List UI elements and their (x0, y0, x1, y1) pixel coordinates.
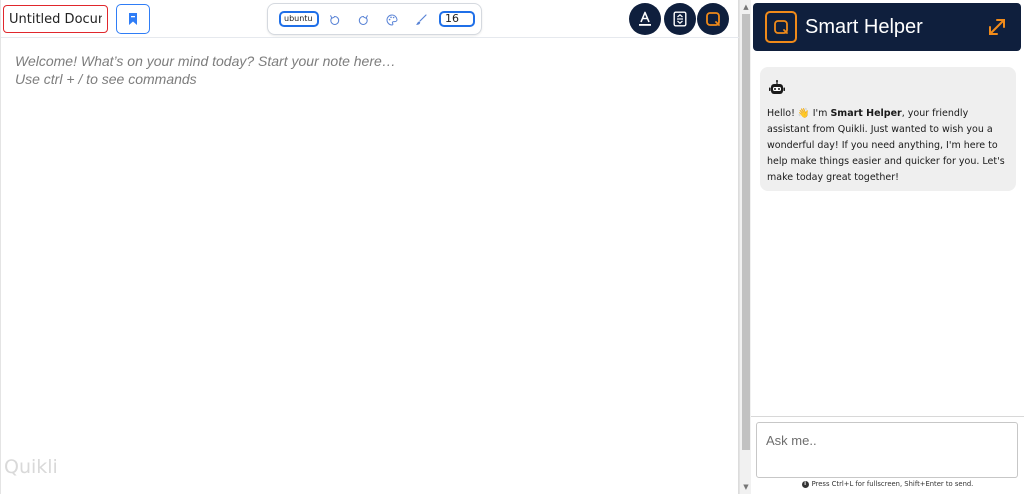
smart-helper-panel: Smart Helper Hello! 👋 I'm Smart Helper, … (751, 0, 1024, 494)
quikli-logo-icon (706, 12, 720, 26)
helper-footer: i Press Ctrl+L for fullscreen, Shift+Ent… (751, 416, 1024, 494)
text-color-button[interactable] (629, 3, 661, 35)
fit-height-button[interactable] (664, 3, 696, 35)
text-color-icon (639, 11, 651, 26)
greeting-text: , your friendly assistant from Quikli. J… (767, 108, 1005, 183)
scroll-thumb[interactable] (742, 14, 750, 450)
scroll-down-arrow-icon[interactable]: ▼ (742, 483, 750, 491)
document-title-input[interactable] (3, 5, 108, 33)
brush-icon (416, 14, 427, 25)
helper-title: Smart Helper (805, 16, 923, 38)
editor-placeholder[interactable]: Welcome! What’s on your mind today? Star… (15, 52, 396, 88)
assistant-message-text: Hello! 👋 I'm Smart Helper, your friendly… (767, 106, 1009, 186)
palette-button[interactable] (383, 11, 401, 29)
fit-height-icon (673, 11, 687, 27)
undo-button[interactable] (325, 11, 343, 29)
greeting-text: Hello! 👋 I'm (767, 108, 831, 119)
editor-placeholder-line: Use ctrl + / to see commands (15, 71, 197, 87)
bookmark-icon (129, 13, 137, 25)
info-icon: i (801, 480, 809, 488)
brush-button[interactable] (412, 11, 430, 29)
editor-topbar: ubuntu (1, 0, 740, 38)
font-size-input[interactable]: 16 (439, 11, 475, 27)
assistant-message: Hello! 👋 I'm Smart Helper, your friendly… (760, 67, 1016, 191)
shortcut-hint-text: Press Ctrl+L for fullscreen, Shift+Enter… (811, 480, 974, 488)
font-family-select[interactable]: ubuntu (279, 11, 319, 27)
editor-placeholder-line: Welcome! What’s on your mind today? Star… (15, 53, 396, 69)
quikli-logo-icon (774, 20, 788, 34)
ask-input[interactable] (756, 422, 1018, 478)
shortcut-hint: i Press Ctrl+L for fullscreen, Shift+Ent… (751, 480, 1024, 488)
quikli-watermark: Quikli (4, 456, 58, 478)
redo-button[interactable] (354, 11, 372, 29)
expand-button[interactable] (987, 17, 1007, 37)
robot-icon (769, 80, 785, 94)
helper-header: Smart Helper (753, 3, 1021, 51)
editor-scrollbar[interactable]: ▲ ▼ (739, 0, 751, 494)
quikli-menu-button[interactable] (697, 3, 729, 35)
expand-icon (989, 19, 1005, 35)
bookmark-button[interactable] (116, 4, 150, 34)
app-window: ubuntu (0, 0, 1024, 494)
palette-icon (386, 14, 398, 26)
helper-name: Smart Helper (830, 108, 902, 119)
scroll-up-arrow-icon[interactable]: ▲ (742, 3, 750, 11)
editor-pane: ubuntu (0, 0, 740, 494)
format-toolbar: ubuntu 16 (267, 3, 482, 35)
undo-icon (329, 14, 339, 25)
helper-logo (765, 11, 797, 43)
redo-icon (358, 14, 368, 25)
